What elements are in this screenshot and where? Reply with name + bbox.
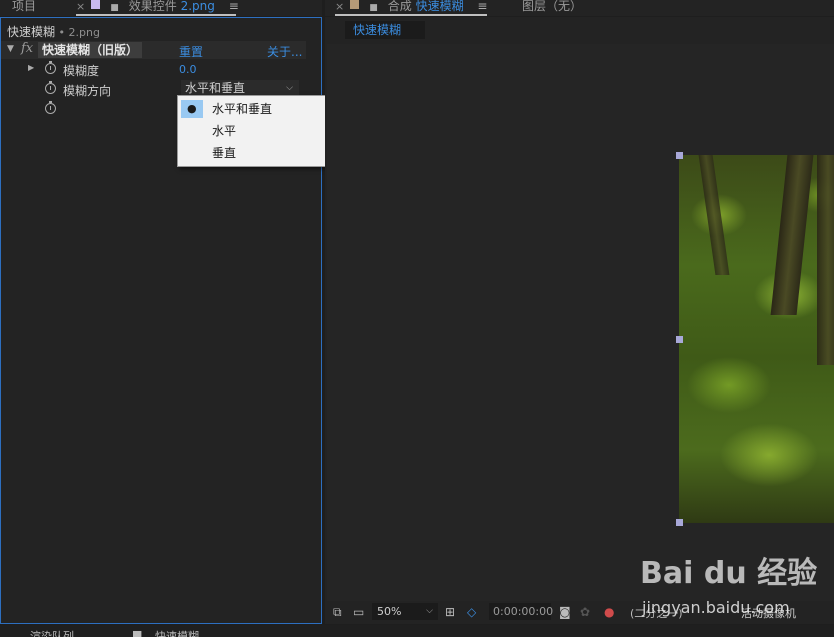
about-link[interactable]: 关于... (267, 43, 302, 60)
chevron-down-icon: ⌵ (426, 606, 433, 616)
label-color-icon (91, 0, 101, 9)
show-snapshot-icon[interactable]: ✿ (580, 605, 590, 619)
effect-header-row: ▼ fx 快速模糊（旧版） 重置 关于... (1, 41, 306, 59)
composition-viewer[interactable] (327, 44, 834, 601)
layer-source: • 2.png (55, 26, 100, 39)
reset-link[interactable]: 重置 (179, 43, 203, 60)
tab-timeline[interactable]: 快速模糊 (155, 628, 199, 637)
tab-render-queue[interactable]: 渲染队列 (30, 628, 74, 637)
tab-effect-controls-file: 2.png (180, 0, 215, 13)
tab-layer[interactable]: 图层（无） (522, 0, 582, 16)
menu-item-label: 垂直 (212, 146, 237, 160)
layer-title: 快速模糊 • 2.png (7, 23, 100, 40)
menu-item-label: 水平 (212, 124, 237, 138)
layer-handle[interactable] (676, 152, 683, 159)
baidu-watermark: Bai du 经验 jingyan.baidu.com (640, 548, 830, 620)
tree-trunk (770, 155, 814, 315)
tab-project[interactable]: 项目 (12, 0, 36, 16)
bottom-tab-bar: 渲染队列 ■ 快速模糊 (0, 625, 834, 637)
tab-project-label: 项目 (12, 0, 37, 13)
expand-triangle-icon[interactable]: ▶ (28, 63, 34, 72)
grid-guide-icon[interactable]: ⊞ (445, 605, 455, 619)
active-tab-indicator (335, 14, 487, 16)
label-color-icon (350, 0, 360, 9)
tab-comp-name: 快速模糊 (415, 0, 464, 13)
comp-subtab[interactable]: 快速模糊 (345, 21, 425, 39)
layer-handle[interactable] (676, 336, 683, 343)
panel-menu-icon[interactable]: ≡ (229, 0, 239, 13)
forest-image (679, 155, 834, 523)
always-preview-icon[interactable]: ⧉ (333, 605, 342, 620)
color-channels-icon[interactable]: ● (604, 605, 614, 619)
menu-item-label: 水平和垂直 (212, 102, 273, 116)
zoom-value: 50% (377, 605, 402, 618)
fx-toggle-icon[interactable]: fx (21, 41, 33, 56)
selected-bullet-icon: ● (187, 102, 197, 115)
blur-direction-menu: ● 水平和垂直 水平 垂直 (177, 95, 327, 167)
active-tab-indicator (76, 14, 236, 16)
close-icon[interactable]: × (335, 0, 344, 13)
snapshot-icon[interactable]: ◙ (559, 605, 571, 619)
close-icon[interactable]: × (76, 0, 85, 13)
tab-comp-prefix: 合成 (387, 0, 412, 13)
lock-icon[interactable]: ■ (110, 2, 119, 14)
monitor-icon[interactable]: ▭ (353, 605, 364, 619)
watermark-brand: Bai du 经验 (640, 556, 818, 591)
label-color-icon: ■ (132, 628, 143, 637)
lock-icon[interactable]: ■ (369, 2, 378, 14)
property-label: 模糊度 (63, 64, 100, 78)
tree-trunk (698, 155, 730, 275)
tab-layer-label: 图层（无） (522, 0, 583, 13)
watermark-url: jingyan.baidu.com (642, 598, 790, 617)
stopwatch-icon[interactable] (45, 81, 56, 94)
blurriness-value[interactable]: 0.0 (179, 63, 197, 76)
property-label: 模糊方向 (63, 84, 112, 98)
menu-item-vertical[interactable]: 垂直 (178, 142, 326, 164)
mask-visibility-icon[interactable]: ◇ (467, 605, 476, 619)
menu-item-horizontal[interactable]: 水平 (178, 120, 326, 142)
current-time[interactable]: 0:00:00:00 (489, 603, 553, 620)
tree-trunk (817, 155, 834, 365)
menu-item-horizontal-vertical[interactable]: ● 水平和垂直 (178, 98, 326, 120)
property-row-blurriness: ▶ 模糊度 0.0 (1, 60, 306, 79)
collapse-triangle-icon[interactable]: ▼ (7, 44, 14, 54)
tab-effect-controls-label: 效果控件 (128, 0, 177, 13)
zoom-select[interactable]: 50% ⌵ (372, 603, 438, 620)
panel-menu-icon[interactable]: ≡ (477, 0, 487, 13)
effect-name[interactable]: 快速模糊（旧版） (38, 42, 143, 58)
stopwatch-icon[interactable] (45, 101, 56, 114)
composition-panel: 快速模糊 ⧉ ▭ 50% ⌵ ⊞ ◇ 0:00:00:00 ◙ ✿ ● (二分之… (325, 17, 834, 624)
blur-direction-value: 水平和垂直 (185, 81, 246, 95)
layer-name: 快速模糊 (7, 25, 56, 39)
layer-handle[interactable] (676, 519, 683, 526)
stopwatch-icon[interactable] (45, 61, 56, 74)
